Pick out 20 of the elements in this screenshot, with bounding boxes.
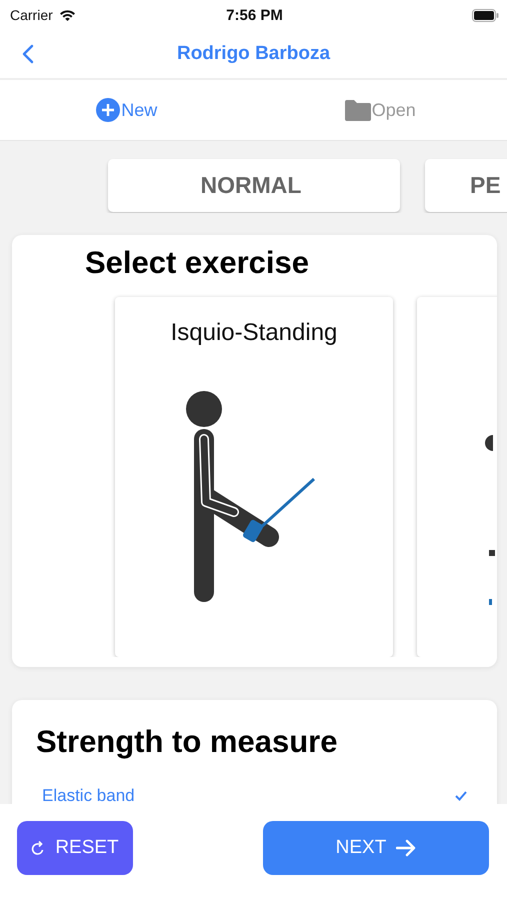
reset-button[interactable]: RESET (17, 821, 133, 875)
carrier-label: Carrier (10, 7, 53, 23)
section-title: Strength to measure (35, 723, 338, 760)
plus-icon (96, 98, 120, 122)
toolbar-button[interactable]: Open (254, 80, 507, 140)
nav-title: Rodrigo Barboza (176, 43, 330, 65)
refresh-icon (31, 840, 46, 856)
folder-icon (344, 99, 371, 121)
status-time: 7:56 PM (226, 6, 283, 24)
arrow-right-icon (396, 839, 416, 857)
battery-icon (472, 8, 499, 22)
wifi-icon (58, 9, 76, 21)
next-button[interactable]: NEXT (263, 821, 489, 875)
exercise-option[interactable]: Isquio-Standing (115, 297, 393, 657)
toolbar-button[interactable]: New (0, 80, 254, 140)
back-icon[interactable] (22, 44, 34, 64)
mode-button[interactable]: NORMAL (108, 159, 400, 212)
mode-button[interactable]: PE (425, 159, 507, 212)
strength-option[interactable]: Elastic band (42, 786, 467, 806)
section-title: Select exercise (84, 244, 310, 281)
